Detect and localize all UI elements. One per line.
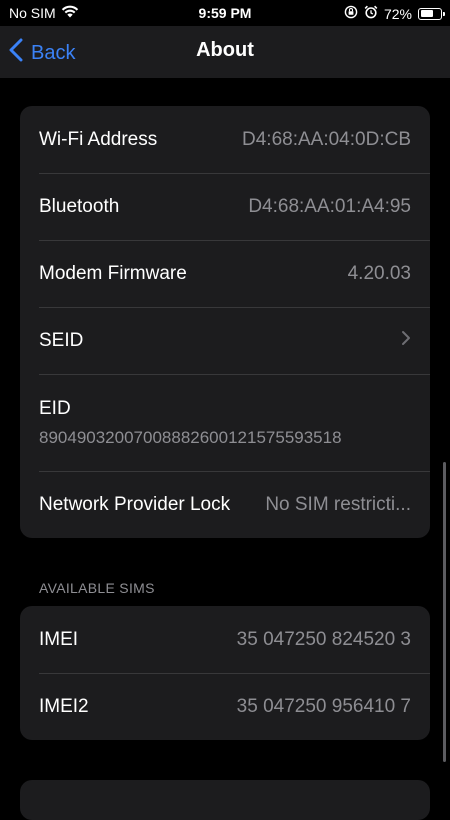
navigation-bar: Back About [0,26,450,78]
battery-percent: 72% [383,5,412,22]
row-value: D4:68:AA:01:A4:95 [248,195,411,217]
row-value: 35 047250 824520 3 [236,628,411,650]
battery-fill [420,10,434,17]
row-label: Bluetooth [39,195,120,217]
modem-firmware-row[interactable]: Modem Firmware 4.20.03 [20,240,430,307]
chevron-right-icon [401,330,411,352]
row-label: Wi-Fi Address [39,128,158,150]
row-value: No SIM restricti... [265,493,411,515]
status-right: 72% [344,5,445,22]
available-sims-group: IMEI 35 047250 824520 3 IMEI2 35 047250 … [20,606,430,740]
page-title: About [196,39,254,61]
section-header-available-sims: AVAILABLE SIMS [39,580,155,596]
row-value: 35 047250 956410 7 [236,695,411,717]
row-label: IMEI [39,628,79,650]
row-label: EID [39,397,71,419]
row-label: Modem Firmware [39,262,187,284]
imei-row[interactable]: IMEI 35 047250 824520 3 [20,606,430,673]
row-value: D4:68:AA:04:0D:CB [242,128,411,150]
orientation-lock-icon [344,5,358,22]
row-label: SEID [39,329,84,351]
battery-tip [443,11,445,16]
bluetooth-row[interactable]: Bluetooth D4:68:AA:01:A4:95 [20,173,430,240]
alarm-icon [364,5,378,22]
eid-row[interactable]: EID 89049032007008882600121575593518 [20,374,430,471]
network-provider-lock-row[interactable]: Network Provider Lock No SIM restricti..… [20,471,430,538]
seid-row[interactable]: SEID [20,307,430,374]
scroll-indicator[interactable] [443,462,446,762]
imei2-row[interactable]: IMEI2 35 047250 956410 7 [20,673,430,740]
next-group-partial [20,780,430,820]
battery-icon [418,7,445,20]
row-value: 4.20.03 [347,262,411,284]
wifi-address-row[interactable]: Wi-Fi Address D4:68:AA:04:0D:CB [20,106,430,173]
network-info-group: Wi-Fi Address D4:68:AA:04:0D:CB Bluetoot… [20,106,430,538]
row-label: IMEI2 [39,695,89,717]
row-label: Network Provider Lock [39,493,231,515]
eid-value: 89049032007008882600121575593518 [39,427,342,447]
status-bar: No SIM 9:59 PM 72% [0,0,450,26]
